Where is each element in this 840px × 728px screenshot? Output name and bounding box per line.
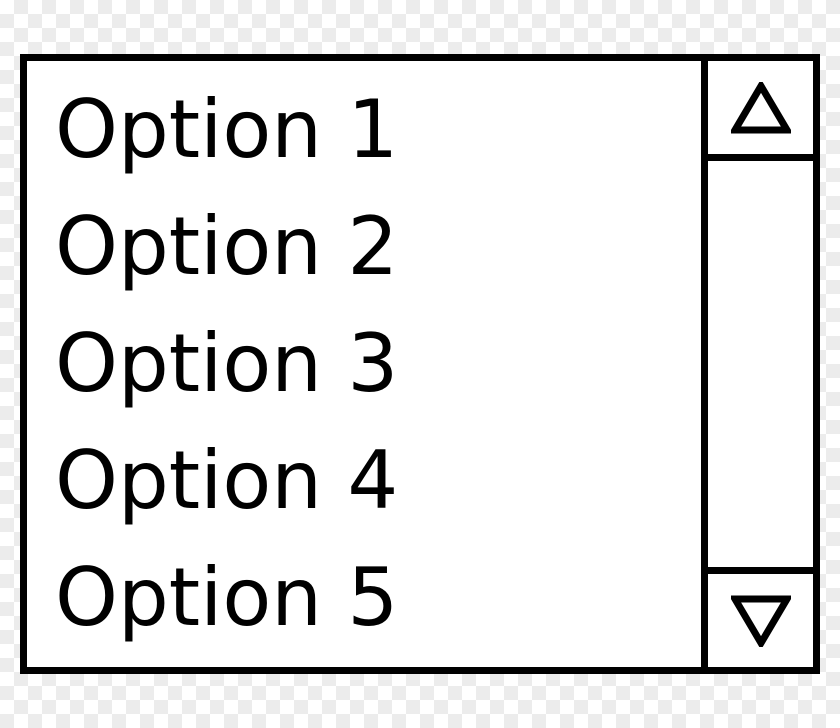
list-item[interactable]: Option 5 [55,558,701,638]
triangle-down-icon [731,595,791,647]
list-item[interactable]: Option 4 [55,441,701,521]
list-item[interactable]: Option 1 [55,90,701,170]
scrollbar[interactable] [701,61,813,667]
scroll-up-button[interactable] [708,61,813,161]
listbox[interactable]: Option 1 Option 2 Option 3 Option 4 Opti… [20,54,820,674]
scroll-down-button[interactable] [708,567,813,667]
list-item[interactable]: Option 3 [55,324,701,404]
scrollbar-track[interactable] [708,161,813,567]
option-list: Option 1 Option 2 Option 3 Option 4 Opti… [27,61,701,667]
list-item[interactable]: Option 2 [55,207,701,287]
triangle-up-icon [731,82,791,134]
